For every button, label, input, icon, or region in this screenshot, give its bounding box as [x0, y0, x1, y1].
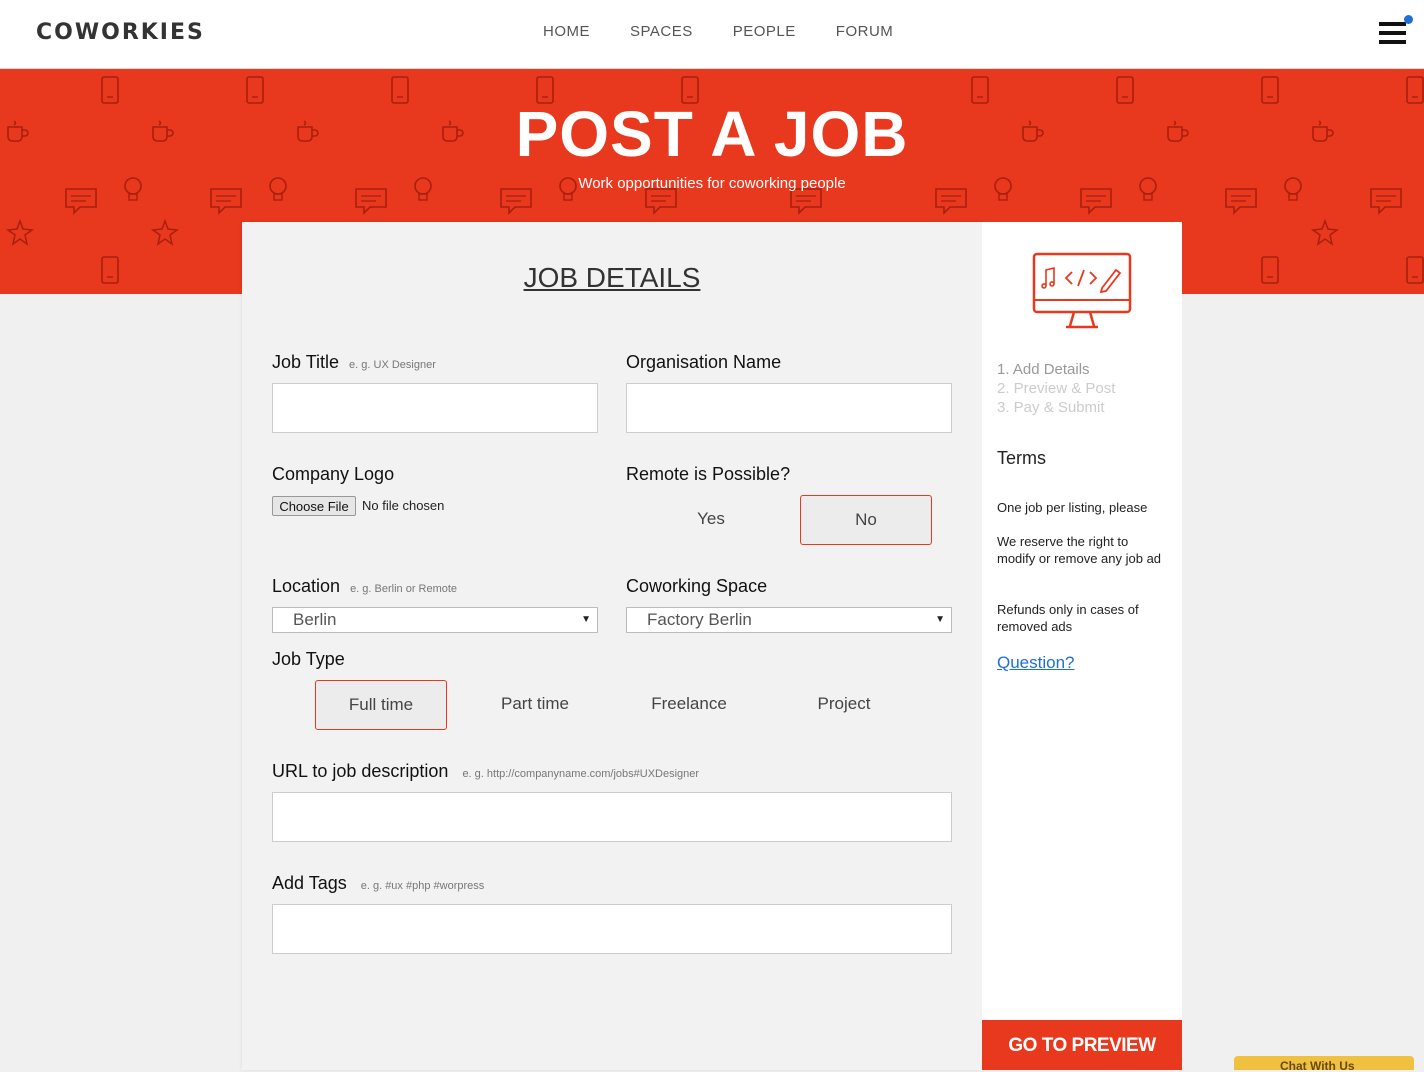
chat-widget-tab[interactable]: Chat With Us	[1234, 1056, 1414, 1070]
job-post-sidebar: 1. Add Details 2. Preview & Post 3. Pay …	[982, 222, 1182, 1070]
job-type-project[interactable]: Project	[778, 680, 910, 730]
job-url-input[interactable]	[272, 792, 952, 842]
job-type-freelance[interactable]: Freelance	[623, 680, 755, 730]
file-status-text: No file chosen	[362, 498, 445, 513]
page-subtitle: Work opportunities for coworking people	[578, 175, 846, 192]
job-title-hint: e. g. UX Designer	[349, 359, 436, 371]
tags-hint: e. g. #ux #php #worpress	[360, 880, 485, 892]
job-type-full-time[interactable]: Full time	[315, 680, 447, 730]
location-label: Location e. g. Berlin or Remote	[272, 576, 457, 597]
page-title: POST A JOB	[515, 98, 909, 170]
location-selected-value: Berlin	[293, 610, 337, 629]
terms-heading: Terms	[997, 448, 1046, 468]
step-pay-submit: 3. Pay & Submit	[997, 399, 1105, 416]
notification-dot	[1404, 15, 1413, 24]
tags-input[interactable]	[272, 904, 952, 954]
question-link[interactable]: Question?	[997, 653, 1075, 673]
remote-label: Remote is Possible?	[626, 464, 791, 484]
job-title-input[interactable]	[272, 383, 598, 433]
organisation-input[interactable]	[626, 383, 952, 433]
url-label: URL to job description e. g. http://compa…	[272, 761, 699, 782]
job-title-label: Job Title e. g. UX Designer	[272, 352, 436, 373]
progress-steps: 1. Add Details 2. Preview & Post 3. Pay …	[997, 360, 1115, 417]
term-refunds: Refunds only in cases of removed ads	[997, 602, 1139, 634]
job-type-label: Job Type	[272, 649, 345, 669]
nav-forum-link[interactable]: FORUM	[836, 23, 894, 40]
nav-people-link[interactable]: PEOPLE	[733, 23, 796, 40]
nav-home-link[interactable]: HOME	[543, 23, 590, 40]
hamburger-menu-icon[interactable]	[1379, 22, 1406, 46]
job-details-form: JOB DETAILS Job Title e. g. UX Designer O…	[242, 222, 982, 1070]
remote-yes-option[interactable]: Yes	[645, 495, 777, 545]
job-title-label-text: Job Title	[272, 352, 340, 372]
tags-label: Add Tags e. g. #ux #php #worpress	[272, 873, 484, 894]
top-navbar: COWORKIES HOME SPACES PEOPLE FORUM	[0, 0, 1424, 69]
company-logo-label: Company Logo	[272, 464, 395, 484]
site-logo[interactable]: COWORKIES	[36, 20, 205, 45]
section-title: JOB DETAILS	[523, 262, 701, 293]
location-hint: e. g. Berlin or Remote	[350, 583, 458, 595]
monitor-code-icon	[1032, 252, 1132, 329]
term-reserve-right: We reserve the right to modify or remove…	[997, 534, 1162, 566]
nav-spaces-link[interactable]: SPACES	[630, 23, 693, 40]
location-label-text: Location	[272, 576, 341, 596]
term-one-job: One job per listing, please	[997, 500, 1148, 515]
dropdown-arrow-icon: ▼	[935, 614, 945, 625]
coworking-label: Coworking Space	[626, 576, 768, 596]
job-type-part-time[interactable]: Part time	[469, 680, 601, 730]
coworking-selected-value: Factory Berlin	[647, 610, 752, 629]
chat-label: Chat With Us	[1280, 1059, 1355, 1070]
tags-label-text: Add Tags	[272, 873, 347, 893]
dropdown-arrow-icon: ▼	[581, 614, 591, 625]
step-preview-post: 2. Preview & Post	[997, 380, 1116, 397]
step-add-details: 1. Add Details	[997, 361, 1090, 378]
url-label-text: URL to job description	[272, 761, 449, 781]
main-nav: HOME SPACES PEOPLE FORUM	[543, 23, 893, 40]
location-select[interactable]: Berlin ▼	[272, 607, 598, 633]
organisation-label: Organisation Name	[626, 352, 782, 372]
url-hint: e. g. http://companyname.com/jobs#UXDesi…	[462, 768, 700, 780]
go-to-preview-button[interactable]: GO TO PREVIEW	[982, 1020, 1182, 1070]
choose-file-button[interactable]: Choose File	[272, 496, 356, 516]
coworking-select[interactable]: Factory Berlin ▼	[626, 607, 952, 633]
remote-no-option[interactable]: No	[800, 495, 932, 545]
